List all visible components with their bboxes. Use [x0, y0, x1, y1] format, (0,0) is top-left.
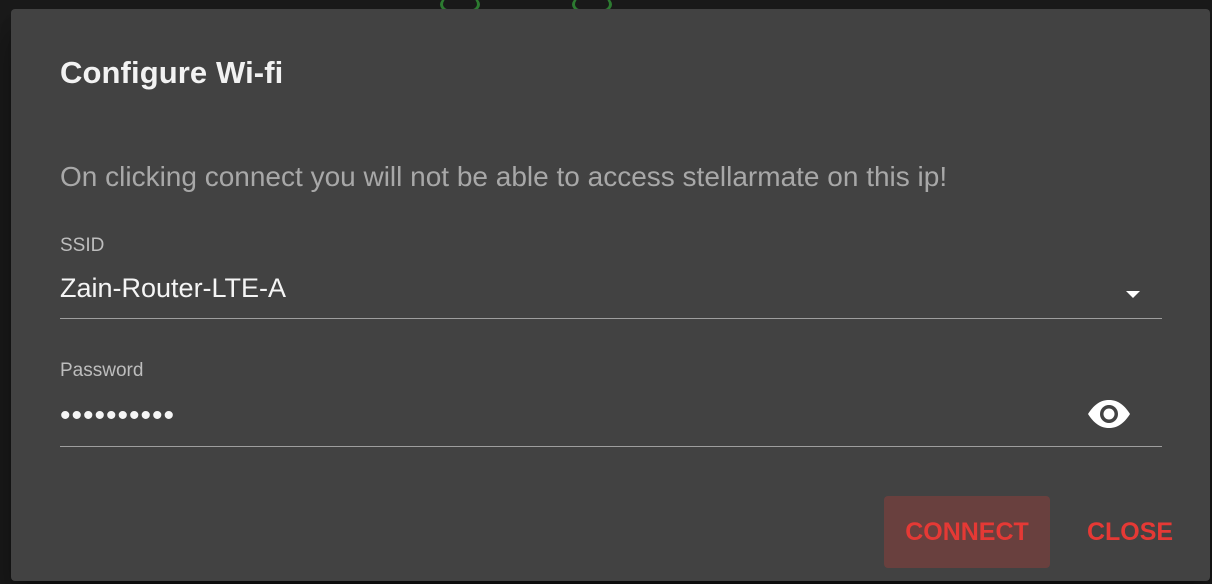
dropdown-arrow-icon[interactable] — [1126, 291, 1140, 298]
password-label: Password — [60, 360, 144, 381]
configure-wifi-dialog: Configure Wi-fi On clicking connect you … — [11, 9, 1210, 581]
connect-button[interactable]: CONNECT — [884, 496, 1050, 568]
dialog-title: Configure Wi-fi — [60, 55, 284, 90]
ssid-underline — [60, 318, 1162, 319]
ssid-select[interactable]: SSID Zain-Router-LTE-A — [60, 229, 1162, 324]
password-field-group: Password — [60, 354, 1162, 449]
close-button[interactable]: CLOSE — [1060, 496, 1200, 568]
password-underline — [60, 446, 1162, 447]
eye-icon[interactable] — [1084, 394, 1134, 434]
warning-message: On clicking connect you will not be able… — [60, 161, 948, 192]
ssid-selected-value[interactable]: Zain-Router-LTE-A — [60, 273, 286, 304]
ssid-label: SSID — [60, 235, 105, 256]
password-input[interactable] — [60, 396, 1040, 436]
